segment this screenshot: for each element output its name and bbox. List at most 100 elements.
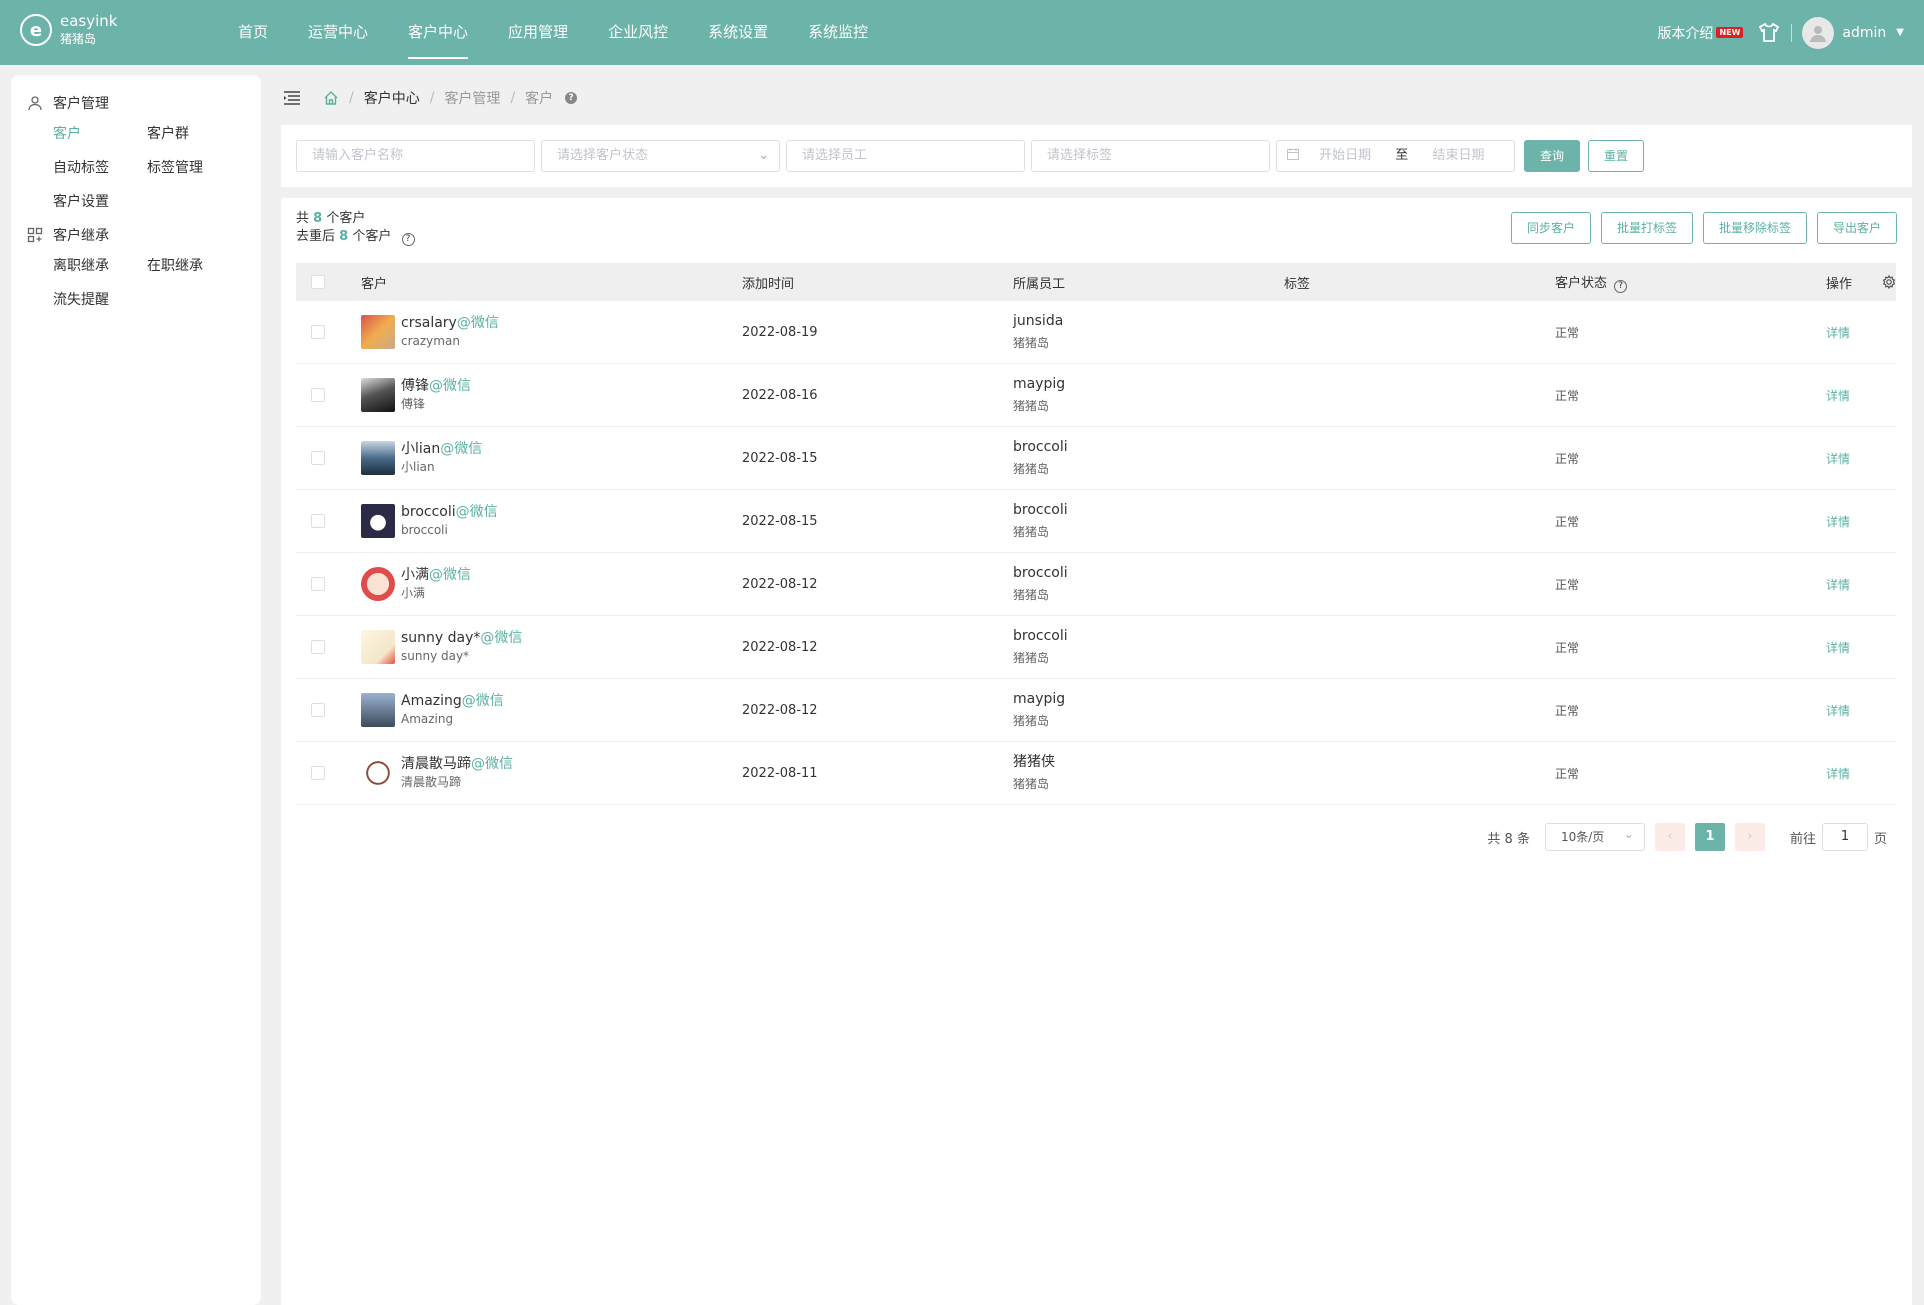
customer-cell: 傅锋@微信 傅锋: [361, 377, 742, 413]
nav-apps[interactable]: 应用管理: [488, 0, 588, 65]
caret-down-icon[interactable]: ▼: [1896, 27, 1904, 38]
customer-summary: 共 8 个客户 去重后 8 个客户 ?: [296, 210, 415, 246]
row-checkbox[interactable]: [311, 514, 325, 528]
page-number-1[interactable]: 1: [1694, 823, 1725, 851]
row-checkbox[interactable]: [311, 388, 325, 402]
detail-link[interactable]: 详情: [1826, 324, 1850, 341]
customer-status-select[interactable]: 请选择客户状态 ⌄: [541, 140, 780, 172]
header-divider: [1791, 23, 1793, 42]
add-time: 2022-08-11: [742, 765, 818, 781]
breadcrumb-separator: /: [429, 90, 435, 106]
table-row: 小满@微信 小满 2022-08-12 broccoli 猪猪岛 正常 详情: [296, 553, 1896, 616]
breadcrumb-customer-center[interactable]: 客户中心: [364, 88, 420, 108]
page-size-select[interactable]: 10条/页: [1544, 821, 1645, 851]
detail-link[interactable]: 详情: [1826, 576, 1850, 593]
nav-customer-center[interactable]: 客户中心: [388, 0, 488, 65]
select-all-checkbox[interactable]: [311, 275, 325, 289]
summary-dedup-count: 8: [339, 229, 349, 244]
tag-select[interactable]: 请选择标签: [1031, 140, 1270, 172]
header-tags: 标签: [1284, 276, 1311, 292]
prev-page-button[interactable]: ‹: [1654, 823, 1685, 851]
employee-name: maypig: [1013, 691, 1066, 707]
customer-cell: sunny day*@微信 sunny day*: [361, 629, 742, 665]
employee-org: 猪猪岛: [1013, 588, 1050, 602]
customer-name: 小满: [401, 567, 429, 583]
nav-risk[interactable]: 企业风控: [588, 0, 688, 65]
wechat-suffix: @微信: [471, 756, 513, 772]
add-time: 2022-08-12: [742, 639, 818, 655]
row-checkbox[interactable]: [311, 766, 325, 780]
employee-org: 猪猪岛: [1013, 462, 1050, 476]
sidebar-item-customer[interactable]: 客户: [53, 123, 147, 145]
sidebar-item-tag-management[interactable]: 标签管理: [147, 157, 241, 179]
table-panel: 共 8 个客户 去重后 8 个客户 ? 同步客户 批量打标签 批量移除标签 导出…: [281, 198, 1912, 1305]
sidebar-group-label: 客户继承: [53, 228, 109, 244]
customer-nickname: crazyman: [401, 334, 460, 348]
row-checkbox[interactable]: [311, 577, 325, 591]
customer-name: broccoli: [401, 504, 456, 520]
top-header: e easyink 猪猪岛 首页 运营中心 客户中心 应用管理 企业风控 系统设…: [0, 0, 1924, 65]
query-button[interactable]: 查询: [1524, 140, 1580, 172]
sidebar-group-customer-inheritance[interactable]: 客户继承: [11, 223, 261, 247]
sidebar-item-active-inherit[interactable]: 在职继承: [147, 255, 241, 277]
nav-operations[interactable]: 运营中心: [288, 0, 388, 65]
nav-monitor[interactable]: 系统监控: [788, 0, 888, 65]
add-time: 2022-08-15: [742, 513, 818, 529]
sync-customers-button[interactable]: 同步客户: [1510, 212, 1591, 244]
detail-link[interactable]: 详情: [1826, 513, 1850, 530]
home-icon[interactable]: [323, 90, 339, 106]
skin-icon[interactable]: [1757, 21, 1781, 45]
row-checkbox[interactable]: [311, 640, 325, 654]
detail-link[interactable]: 详情: [1826, 702, 1850, 719]
question-icon[interactable]: ?: [401, 233, 415, 246]
status-badge: 正常: [1555, 703, 1580, 718]
logo[interactable]: e easyink 猪猪岛: [20, 12, 117, 48]
row-checkbox[interactable]: [311, 451, 325, 465]
sidebar-item-customer-settings[interactable]: 客户设置: [53, 191, 147, 213]
collapse-sidebar-icon[interactable]: [283, 90, 301, 106]
version-intro-link[interactable]: 版本介绍: [1657, 23, 1713, 43]
detail-link[interactable]: 详情: [1826, 450, 1850, 467]
detail-link[interactable]: 详情: [1826, 387, 1850, 404]
status-badge: 正常: [1555, 388, 1580, 403]
wechat-suffix: @微信: [429, 567, 471, 583]
customer-name-input[interactable]: 请输入客户名称: [296, 140, 535, 172]
nav-settings[interactable]: 系统设置: [688, 0, 788, 65]
customer-nickname: Amazing: [401, 712, 454, 726]
export-customers-button[interactable]: 导出客户: [1816, 212, 1897, 244]
employee-cell: broccoli 猪猪岛: [1013, 562, 1284, 606]
user-avatar[interactable]: [1802, 16, 1835, 49]
question-icon[interactable]: ?: [1614, 279, 1628, 293]
gear-icon[interactable]: [1882, 275, 1896, 289]
breadcrumb-separator: /: [349, 90, 354, 106]
row-checkbox[interactable]: [311, 703, 325, 717]
row-checkbox[interactable]: [311, 325, 325, 339]
batch-remove-tag-button[interactable]: 批量移除标签: [1702, 212, 1807, 244]
nav-home[interactable]: 首页: [218, 0, 288, 65]
reset-button[interactable]: 重置: [1588, 140, 1644, 172]
sidebar-item-auto-tag[interactable]: 自动标签: [53, 157, 147, 179]
customer-name-line: 傅锋@微信: [401, 377, 471, 395]
status-badge: 正常: [1555, 766, 1580, 781]
sidebar-item-customer-group[interactable]: 客户群: [147, 123, 241, 145]
detail-link[interactable]: 详情: [1826, 765, 1850, 782]
help-icon[interactable]: ?: [565, 92, 578, 104]
sidebar-item-resigned-inherit[interactable]: 离职继承: [53, 255, 147, 277]
status-badge: 正常: [1555, 640, 1580, 655]
header-operation-label: 操作: [1826, 276, 1853, 292]
sidebar-item-churn-alert[interactable]: 流失提醒: [53, 289, 147, 311]
customer-avatar: [361, 378, 395, 412]
breadcrumb: / 客户中心 / 客户管理 / 客户 ?: [283, 88, 578, 108]
customer-cell: 小lian@微信 小lian: [361, 440, 742, 476]
customer-name: crsalary: [401, 315, 457, 331]
add-time: 2022-08-19: [742, 324, 818, 340]
user-name[interactable]: admin: [1842, 25, 1886, 41]
batch-tag-button[interactable]: 批量打标签: [1600, 212, 1693, 244]
sidebar-group-customer-management[interactable]: 客户管理: [11, 91, 261, 115]
goto-page-input[interactable]: 1: [1821, 823, 1868, 851]
date-range-picker[interactable]: 开始日期 至 结束日期: [1276, 140, 1515, 172]
customer-name-line: 小lian@微信: [401, 440, 482, 458]
detail-link[interactable]: 详情: [1826, 639, 1850, 656]
employee-select[interactable]: 请选择员工: [786, 140, 1025, 172]
next-page-button[interactable]: ›: [1734, 823, 1765, 851]
